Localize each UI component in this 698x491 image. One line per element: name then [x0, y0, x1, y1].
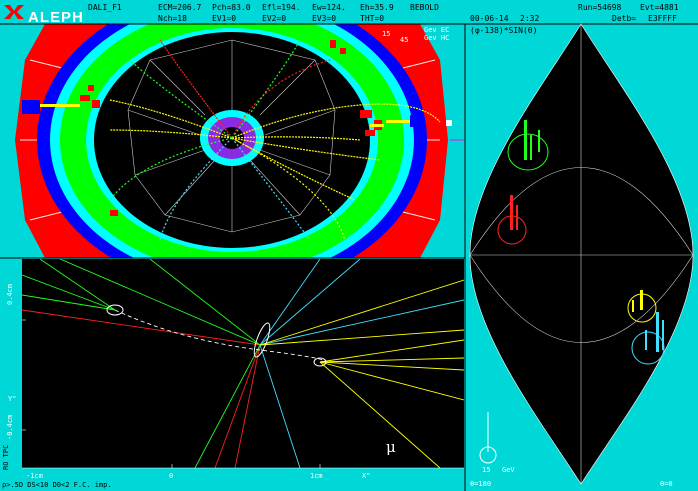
theta-180-label: θ=180 — [470, 480, 492, 488]
hc-scale-value: 45 — [400, 36, 409, 44]
y-label-top: 0.4cm — [6, 283, 14, 305]
x-label-left: -1cm — [26, 472, 43, 480]
event-display: ALEPH DALI_F1 ECM=206.7 Pch=83.0 Efl=194… — [0, 0, 698, 491]
x-label-mid: 0 — [169, 472, 174, 480]
xy-detector-view[interactable] — [15, 0, 464, 290]
phi-theta-view[interactable] — [469, 23, 694, 485]
ec-scale-value: 15 — [382, 30, 391, 38]
tpc-side-label: RO TPC — [2, 444, 10, 470]
theta-0-label: θ=0 — [660, 480, 673, 488]
ec-scale-unit: Gev EC — [424, 26, 450, 34]
x-label-right: 1cm — [310, 472, 323, 480]
muon-symbol: μ — [386, 438, 396, 456]
cuts-footer: ρ>.5D DS<10 D0<2 F.C. imp. — [2, 481, 112, 489]
scale-marker — [446, 120, 452, 126]
energy-scale-value: 15 — [482, 466, 491, 474]
y-axis-name: Y" — [8, 395, 17, 403]
vertex-zoom-view[interactable] — [22, 259, 464, 469]
y-label-bottom: -0.4cm — [6, 414, 14, 440]
energy-scale-unit: GeV — [502, 466, 515, 474]
vertex-view-background — [22, 259, 464, 468]
projection-background — [469, 23, 694, 485]
x-axis-name: X" — [362, 472, 371, 480]
hc-scale-unit: Gev HC — [424, 34, 450, 42]
projection-title: (φ-138)*SIN(θ) — [470, 26, 538, 35]
